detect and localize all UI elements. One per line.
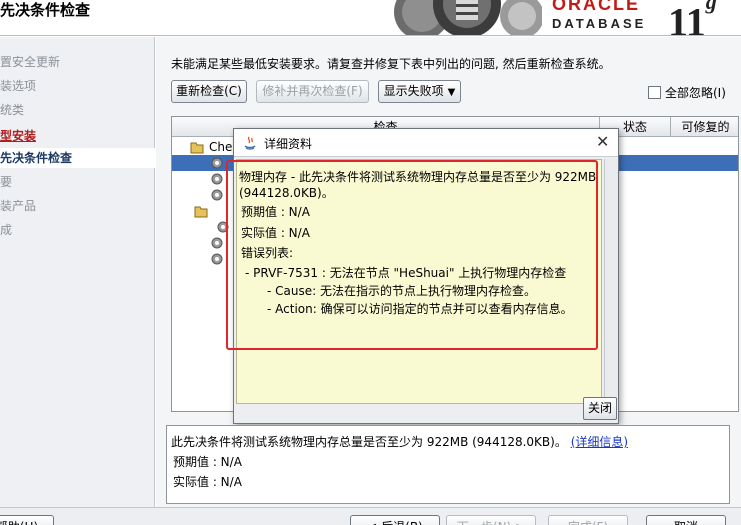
dropdown-arrow-icon: ▼ bbox=[447, 87, 456, 98]
nav-step-typical-install[interactable]: 型安装 bbox=[0, 126, 36, 146]
nav-step-install-product: 装产品 bbox=[0, 199, 37, 213]
version-logo: 11g bbox=[668, 0, 717, 36]
dialog-close-button[interactable]: 关闭 bbox=[583, 397, 617, 420]
dialog-title: 详细资料 bbox=[264, 137, 313, 151]
back-button[interactable]: < 后退(B) bbox=[350, 515, 440, 525]
detail-line-2: (944128.0KB)。 bbox=[239, 186, 334, 200]
recheck-button[interactable]: 重新检查(C) bbox=[171, 80, 247, 103]
detail-panel: 此先决条件将测试系统物理内存总量是否至少为 922MB (944128.0KB)… bbox=[166, 425, 730, 504]
nav-step-system-class[interactable]: 统类 bbox=[0, 100, 24, 120]
cancel-button[interactable]: 取消 bbox=[646, 515, 726, 525]
gear-icon bbox=[211, 157, 223, 169]
nav-step-finish: 成 bbox=[0, 223, 13, 237]
nav-step-prereq-checks[interactable]: 先决条件检查 bbox=[0, 148, 155, 168]
ignore-all-checkbox[interactable]: 全部忽略(I) bbox=[648, 85, 726, 101]
wizard-button-bar: 帮助(H) < 后退(B) 下一步(N) > 完成(F) 取消 bbox=[0, 507, 741, 525]
version-number: 11 bbox=[668, 0, 706, 36]
help-button[interactable]: 帮助(H) bbox=[0, 515, 54, 525]
instructions-text: 未能满足某些最低安装要求。请复查并修复下表中列出的问题, 然后重新检查系统。 bbox=[171, 57, 611, 71]
finish-button[interactable]: 完成(F) bbox=[548, 515, 628, 525]
error-title: - PRVF-7531 : 无法在节点 "HeShuai" 上执行物理内存检查 bbox=[245, 266, 567, 280]
folder-icon bbox=[194, 206, 208, 218]
nav-step-install-options[interactable]: 装选项 bbox=[0, 76, 36, 96]
dialog-titlebar[interactable]: 详细资料 ✕ bbox=[234, 129, 618, 157]
detail-summary: 此先决条件将测试系统物理内存总量是否至少为 922MB (944128.0KB)… bbox=[171, 435, 628, 449]
gear-icon bbox=[211, 253, 223, 265]
detail-actual: 实际值 : N/A bbox=[173, 475, 242, 489]
fix-and-recheck-button[interactable]: 修补并再次检查(F) bbox=[256, 80, 369, 103]
details-dialog: 详细资料 ✕ 物理内存 - 此先决条件将测试系统物理内存总量是否至少为 922M… bbox=[233, 128, 619, 424]
nav-step-summary: 要 bbox=[0, 175, 13, 189]
next-button[interactable]: 下一步(N) > bbox=[446, 515, 536, 525]
gear-icon bbox=[211, 237, 223, 249]
detail-line-1: 物理内存 - 此先决条件将测试系统物理内存总量是否至少为 922MB bbox=[239, 170, 597, 184]
gears-graphic bbox=[372, 0, 542, 35]
detail-expected: 预期值 : N/A bbox=[173, 455, 242, 469]
dialog-scrollbar[interactable] bbox=[604, 159, 618, 404]
error-cause: - Cause: 无法在指示的节点上执行物理内存检查。 bbox=[267, 284, 536, 298]
checkbox-box[interactable] bbox=[648, 86, 661, 99]
ignore-all-label: 全部忽略(I) bbox=[665, 86, 726, 100]
dialog-message-area: 物理内存 - 此先决条件将测试系统物理内存总量是否至少为 922MB (9441… bbox=[236, 159, 602, 404]
close-icon[interactable]: ✕ bbox=[596, 132, 609, 152]
show-failed-dropdown[interactable]: 显示失败项 ▼ bbox=[378, 80, 461, 103]
gear-icon bbox=[211, 189, 223, 201]
gear-icon bbox=[217, 221, 229, 233]
oracle-logo: ORACLE bbox=[552, 0, 640, 14]
page-title: 先决条件检查 bbox=[0, 1, 91, 19]
installer-header: 先决条件检查 ORACLE DATABASE 11g bbox=[0, 0, 741, 36]
error-action: - Action: 确保可以访问指定的节点并可以查看内存信息。 bbox=[267, 302, 573, 316]
detail-summary-text: 此先决条件将测试系统物理内存总量是否至少为 922MB (944128.0KB)… bbox=[171, 435, 567, 449]
step-navigation: 置安全更新 装选项 统类 型安装 先决条件检查 要 装产品 成 bbox=[0, 37, 155, 507]
folder-icon bbox=[190, 142, 204, 154]
database-label: DATABASE bbox=[552, 16, 647, 31]
root-label: Che bbox=[209, 140, 233, 154]
expected-value: 预期值 : N/A bbox=[241, 205, 310, 219]
version-suffix: g bbox=[705, 0, 717, 14]
error-list-label: 错误列表: bbox=[241, 246, 294, 260]
actual-value: 实际值 : N/A bbox=[241, 226, 310, 240]
column-header-fixable[interactable]: 可修复的 bbox=[670, 117, 738, 137]
java-icon bbox=[244, 136, 256, 150]
gear-icon bbox=[211, 173, 223, 185]
show-failed-label: 显示失败项 bbox=[383, 84, 444, 98]
details-link[interactable]: (详细信息) bbox=[571, 435, 628, 449]
nav-step-security-updates[interactable]: 置安全更新 bbox=[0, 52, 60, 72]
